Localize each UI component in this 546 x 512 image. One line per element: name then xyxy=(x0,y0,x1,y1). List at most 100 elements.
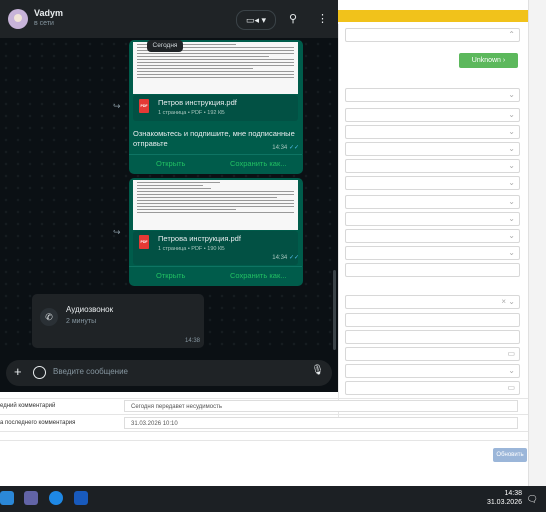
avatar[interactable] xyxy=(8,9,28,29)
status-button[interactable]: Unknown › xyxy=(459,53,518,68)
chevron-up-icon: ⌃ xyxy=(508,30,515,39)
crm-field[interactable]: ⌄ xyxy=(345,159,520,173)
pdf-icon: PDF xyxy=(139,235,149,249)
composer: + Введите сообщение 🎙︎ xyxy=(0,354,338,392)
chat-header: Vadym в сети ▭◂ ▾ ⚲ ⋮ xyxy=(0,0,338,38)
divider xyxy=(0,414,528,415)
clock-time: 14:38 xyxy=(504,490,522,497)
calendar-icon: ▭ xyxy=(507,383,515,392)
message-actions: Открыть Сохранить как... xyxy=(129,154,302,175)
word-icon[interactable] xyxy=(74,491,88,505)
chevron-down-icon: ⌄ xyxy=(508,366,515,375)
call-title: Аудиозвонок xyxy=(66,305,114,314)
chevron-down-icon: ⌄ xyxy=(508,231,515,240)
file-name: Петров инструкция.pdf xyxy=(158,98,237,107)
crm-field[interactable]: ⌄ xyxy=(345,246,520,260)
contact-name[interactable]: Vadym xyxy=(34,8,63,18)
crm-field[interactable]: × ⌄ xyxy=(345,295,520,309)
phone-icon: ✆ xyxy=(40,308,58,326)
crm-field[interactable]: ⌄ xyxy=(345,142,520,156)
telegram-icon[interactable] xyxy=(0,491,14,505)
message-bubble[interactable]: PDF Петров инструкция.pdf 1 страница • P… xyxy=(129,40,303,174)
message-time-text: 14:34 xyxy=(272,255,288,261)
calendar-icon: ▭ xyxy=(507,349,515,358)
message-input-box[interactable]: + Введите сообщение 🎙︎ xyxy=(6,360,332,386)
chevron-down-icon: ⌄ xyxy=(508,197,515,206)
crm-field[interactable]: ⌄ xyxy=(345,176,520,190)
chevron-down-icon: ⌄ xyxy=(508,144,515,153)
teams-icon[interactable] xyxy=(24,491,38,505)
message-bubble[interactable]: PDF Петрова инструкция.pdf 1 страница • … xyxy=(129,178,303,286)
chevron-down-icon: ⌄ xyxy=(508,127,515,136)
row-value-last-comment[interactable]: Сегодня передавет несудимость xyxy=(124,400,518,412)
update-button[interactable]: Обновить xyxy=(493,448,527,462)
row-value-last-comment-date[interactable]: 31.03.2026 10:10 xyxy=(124,417,518,429)
taskbar-clock[interactable]: 14:38 31.03.2026 xyxy=(487,489,522,507)
video-icon: ▭◂ xyxy=(245,15,259,25)
file-meta: 1 страница • PDF • 192 КБ xyxy=(158,110,225,116)
save-as-button[interactable]: Сохранить как... xyxy=(230,159,287,168)
message-time: 14:34 ✓✓ xyxy=(272,254,299,261)
mic-icon[interactable]: 🎙︎ xyxy=(311,365,324,376)
skype-icon[interactable] xyxy=(49,491,63,505)
call-duration: 2 минуты xyxy=(66,318,97,325)
message-actions: Открыть Сохранить как... xyxy=(129,266,302,287)
contact-status: в сети xyxy=(34,20,54,27)
taskbar: 14:38 31.03.2026 🗨︎ xyxy=(0,486,546,512)
video-call-button[interactable]: ▭◂ ▾ xyxy=(236,10,276,30)
crm-yellow-strip xyxy=(338,10,528,22)
crm-field[interactable]: ⌄ xyxy=(345,195,520,209)
document-preview[interactable] xyxy=(133,180,298,230)
crm-field[interactable]: ⌄ xyxy=(345,108,520,122)
message-time: 14:34 ✓✓ xyxy=(272,144,299,151)
chevron-down-icon: ⌄ xyxy=(508,161,515,170)
file-attachment[interactable]: PDF Петров инструкция.pdf 1 страница • P… xyxy=(133,95,298,121)
crm-field[interactable] xyxy=(345,330,520,344)
plus-icon[interactable]: + xyxy=(14,364,22,379)
chevron-down-icon: ⌄ xyxy=(508,110,515,119)
divider xyxy=(0,398,528,399)
open-button[interactable]: Открыть xyxy=(156,159,185,168)
chevron-down-icon: ▾ xyxy=(261,15,267,25)
crm-field[interactable]: ⌄ xyxy=(345,229,520,243)
save-as-button[interactable]: Сохранить как... xyxy=(230,271,287,280)
double-check-icon: ✓✓ xyxy=(288,145,299,151)
crm-field[interactable]: ⌃ xyxy=(345,28,520,42)
crm-topbar xyxy=(338,0,528,10)
chevron-down-icon: ⌄ xyxy=(508,248,515,257)
crm-field[interactable] xyxy=(345,263,520,277)
status-button-label: Unknown xyxy=(471,57,501,64)
chevron-down-icon: ⌄ xyxy=(508,214,515,223)
clock-date: 31.03.2026 xyxy=(486,499,522,506)
notification-icon[interactable]: 🗨︎ xyxy=(527,494,538,505)
crm-scrollbar[interactable] xyxy=(528,0,546,486)
emoji-icon[interactable] xyxy=(33,366,46,379)
crm-field[interactable]: ⌄ xyxy=(345,212,520,226)
menu-dots-icon[interactable]: ⋮ xyxy=(317,12,328,25)
message-input[interactable]: Введите сообщение xyxy=(53,367,128,376)
crm-field[interactable]: ⌄ xyxy=(345,88,520,102)
whatsapp-window: Vadym в сети ▭◂ ▾ ⚲ ⋮ PDF Петров инструк… xyxy=(0,0,338,392)
chevron-down-icon: ⌄ xyxy=(508,90,515,99)
crm-field[interactable]: ▭ xyxy=(345,381,520,395)
clear-chevron-icon: × ⌄ xyxy=(501,297,515,306)
crm-field[interactable]: ⌄ xyxy=(345,125,520,139)
crm-field[interactable]: ▭ xyxy=(345,347,520,361)
crm-field[interactable]: ⌄ xyxy=(345,364,520,378)
file-meta: 1 страница • PDF • 190 КБ xyxy=(158,246,225,252)
audio-call-bubble[interactable]: ✆ Аудиозвонок 2 минуты 14:38 xyxy=(32,294,204,348)
file-name: Петрова инструкция.pdf xyxy=(158,234,241,243)
message-time-text: 14:34 xyxy=(272,145,288,151)
chat-scrollbar[interactable] xyxy=(333,270,336,350)
pdf-icon: PDF xyxy=(139,99,149,113)
open-button[interactable]: Открыть xyxy=(156,271,185,280)
forward-icon[interactable]: ↪ xyxy=(113,101,121,112)
crm-field[interactable] xyxy=(345,313,520,327)
date-chip: Сегодня xyxy=(147,40,183,52)
chevron-down-icon: ⌄ xyxy=(508,178,515,187)
forward-icon[interactable]: ↪ xyxy=(113,227,121,238)
divider xyxy=(0,431,528,432)
search-icon[interactable]: ⚲ xyxy=(289,12,297,25)
row-label-last-comment-date: а последнего комментария xyxy=(0,420,76,426)
divider xyxy=(0,440,528,441)
